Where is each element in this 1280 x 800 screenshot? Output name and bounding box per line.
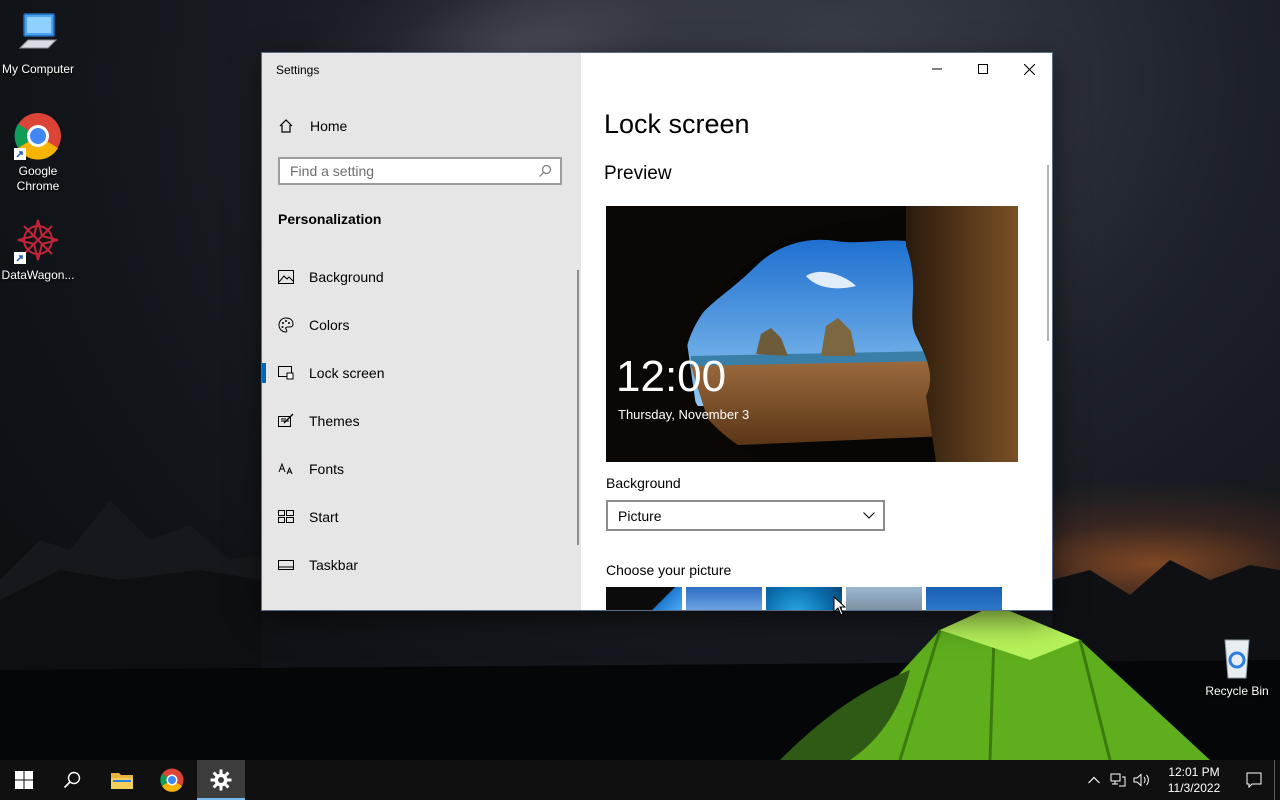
sidebar-item-label: Themes	[309, 413, 360, 429]
window-title: Settings	[276, 63, 320, 77]
volume-button[interactable]	[1130, 760, 1154, 800]
close-button[interactable]	[1006, 53, 1052, 85]
main-scrollbar[interactable]	[1047, 165, 1049, 341]
picture-thumbnail[interactable]	[846, 587, 922, 610]
taskbar: 12:01 PM 11/3/2022	[0, 760, 1280, 800]
shortcut-arrow-icon	[14, 148, 26, 160]
lock-screen-icon	[278, 365, 294, 381]
start-icon	[278, 509, 294, 525]
file-explorer-button[interactable]	[98, 760, 146, 800]
picture-thumbnail[interactable]	[686, 587, 762, 610]
preview-date: Thursday, November 3	[618, 407, 750, 422]
sidebar-item-label: Background	[309, 269, 384, 285]
show-desktop-button[interactable]	[1274, 760, 1280, 800]
taskbar-date: 11/3/2022	[1167, 781, 1221, 795]
show-hidden-icons-button[interactable]	[1082, 760, 1106, 800]
system-tray: 12:01 PM 11/3/2022	[1082, 760, 1280, 800]
maximize-button[interactable]	[960, 53, 1006, 85]
volume-icon	[1133, 773, 1149, 787]
sidebar-item-label: Fonts	[309, 461, 345, 477]
sidebar-item-label: Taskbar	[309, 557, 359, 573]
page-title: Lock screen	[604, 109, 750, 139]
search-box[interactable]	[278, 157, 562, 185]
sidebar-item-themes[interactable]: Themes	[262, 397, 581, 445]
datawagon-icon	[14, 216, 62, 264]
wallpaper-tent	[780, 604, 1210, 760]
window-controls	[914, 53, 1052, 85]
taskbar-time: 12:01 PM	[1168, 765, 1220, 779]
sidebar-item-lock-screen[interactable]: Lock screen	[262, 349, 581, 397]
close-icon	[1023, 63, 1035, 75]
gear-icon	[210, 769, 232, 791]
palette-icon	[278, 317, 294, 333]
search-icon[interactable]	[538, 164, 552, 178]
sidebar: Settings Home Personalization Background	[262, 53, 581, 610]
network-button[interactable]	[1106, 760, 1130, 800]
desktop-icon-label: My Computer	[1, 62, 75, 76]
folder-icon	[111, 773, 133, 789]
lock-screen-preview: 12:00 Thursday, November 3	[606, 206, 1018, 462]
section-heading: Personalization	[278, 211, 382, 227]
chevron-up-icon	[1088, 776, 1100, 784]
maximize-icon	[978, 64, 988, 74]
sidebar-item-start[interactable]: Start	[262, 493, 581, 541]
sidebar-item-label: Colors	[309, 317, 350, 333]
picture-thumbnail[interactable]	[606, 587, 682, 610]
search-input[interactable]	[290, 163, 538, 179]
sidebar-item-label: Start	[309, 509, 339, 525]
search-icon	[63, 771, 81, 789]
chrome-icon	[160, 768, 184, 792]
fonts-icon	[278, 461, 294, 477]
sidebar-scrollbar[interactable]	[577, 270, 579, 545]
chrome-taskbar-button[interactable]	[148, 760, 196, 800]
desktop-icon-my-computer[interactable]: My Computer	[0, 10, 76, 77]
mouse-cursor-icon	[833, 596, 847, 616]
desktop-icon-label: DataWagon...	[1, 268, 75, 282]
network-icon	[1110, 773, 1126, 787]
themes-icon	[278, 413, 294, 429]
shortcut-arrow-icon	[14, 252, 26, 264]
background-dropdown-value: Picture	[618, 507, 662, 524]
background-label: Background	[606, 475, 681, 491]
minimize-button[interactable]	[914, 53, 960, 85]
sidebar-item-fonts[interactable]: Fonts	[262, 445, 581, 493]
desktop-icon-datawagon[interactable]: DataWagon...	[0, 216, 76, 283]
home-link[interactable]: Home	[278, 115, 347, 137]
home-label: Home	[310, 118, 348, 134]
windows-logo-icon	[15, 771, 33, 789]
search-taskbar-button[interactable]	[48, 760, 96, 800]
desktop-icon-label: Google Chrome	[16, 164, 60, 193]
settings-taskbar-button[interactable]	[197, 760, 245, 800]
preview-clock: 12:00	[616, 352, 727, 401]
notification-icon	[1246, 772, 1262, 788]
taskbar-clock[interactable]: 12:01 PM 11/3/2022	[1160, 764, 1228, 796]
picture-thumbnails	[606, 587, 1002, 610]
sidebar-item-colors[interactable]: Colors	[262, 301, 581, 349]
settings-window[interactable]: Settings Home Personalization Background	[262, 53, 1052, 610]
desktop-icon-label: Recycle Bin	[1205, 684, 1269, 698]
sidebar-item-background[interactable]: Background	[262, 253, 581, 301]
chevron-down-icon	[863, 512, 875, 519]
start-button[interactable]	[0, 760, 48, 800]
chrome-icon	[14, 112, 62, 160]
recycle-bin-icon	[1213, 632, 1261, 680]
background-dropdown[interactable]: Picture	[606, 500, 885, 531]
home-icon	[279, 119, 293, 133]
action-center-button[interactable]	[1234, 760, 1274, 800]
computer-icon	[14, 10, 62, 58]
picture-thumbnail[interactable]	[926, 587, 1002, 610]
sidebar-item-taskbar[interactable]: Taskbar	[262, 541, 581, 589]
desktop-icon-google-chrome[interactable]: Google Chrome	[0, 112, 76, 194]
desktop-icon-recycle-bin[interactable]: Recycle Bin	[1199, 632, 1275, 699]
choose-picture-label: Choose your picture	[606, 562, 732, 578]
picture-icon	[278, 269, 294, 285]
preview-image	[606, 206, 1018, 462]
sidebar-nav: Background Colors Lock screen Themes Fon…	[262, 253, 581, 589]
minimize-icon	[932, 68, 942, 70]
picture-thumbnail[interactable]	[766, 587, 842, 610]
sidebar-item-label: Lock screen	[309, 365, 385, 381]
main-pane: Lock screen Preview 12:00 Thursday, Nove…	[581, 53, 1052, 610]
preview-heading: Preview	[604, 163, 672, 184]
taskbar-icon	[278, 557, 294, 573]
